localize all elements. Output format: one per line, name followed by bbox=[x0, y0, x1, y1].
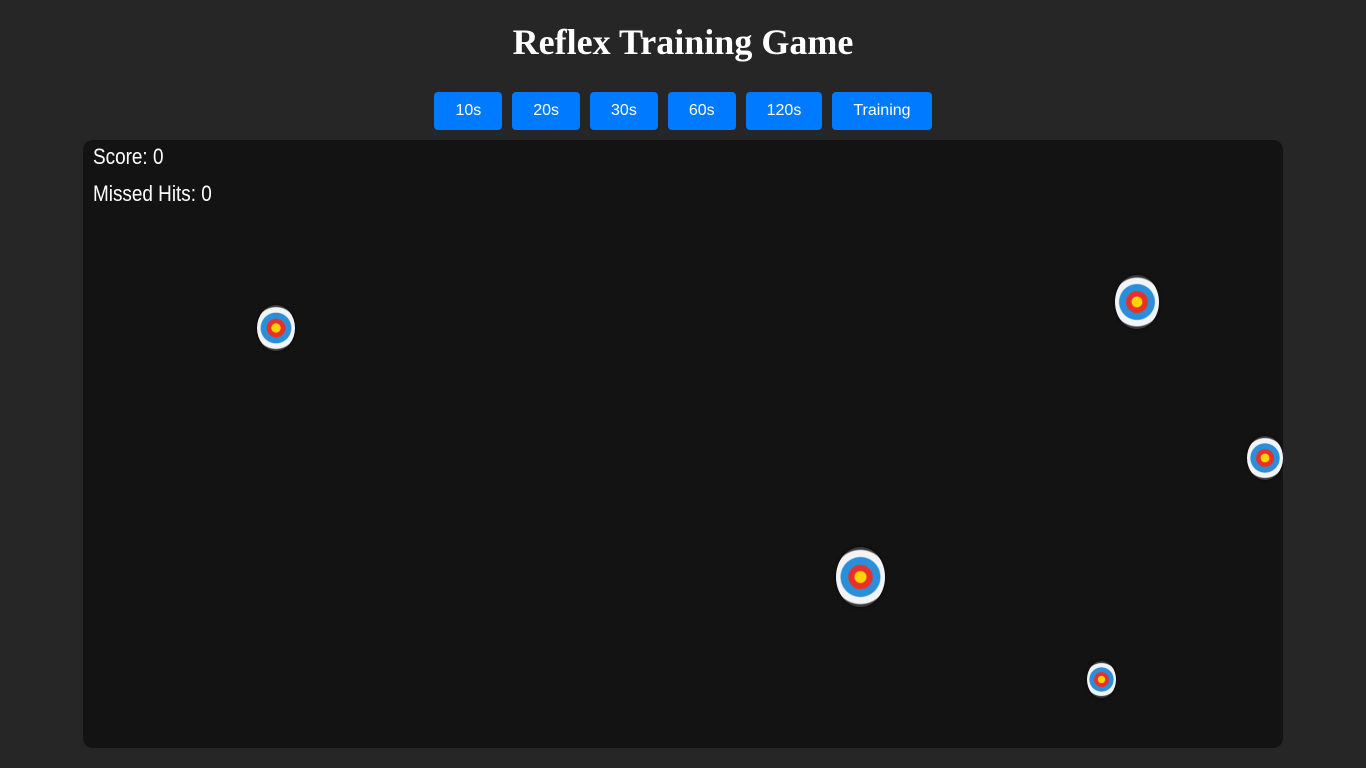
game-arena[interactable]: Score: 0 Missed Hits: 0 bbox=[83, 140, 1283, 748]
bullseye-target-icon[interactable] bbox=[1115, 275, 1159, 329]
bullseye-target-icon[interactable] bbox=[836, 547, 885, 607]
bullseye-target-icon[interactable] bbox=[1247, 436, 1283, 480]
missed-hits-display: Missed Hits: 0 bbox=[93, 181, 212, 206]
mode-60s-button[interactable]: 60s bbox=[667, 92, 736, 130]
mode-20s-button[interactable]: 20s bbox=[512, 92, 581, 130]
bullseye-target-icon[interactable] bbox=[1087, 661, 1116, 698]
score-display: Score: 0 bbox=[93, 144, 164, 169]
bullseye-target-icon[interactable] bbox=[257, 305, 295, 351]
mode-120s-button[interactable]: 120s bbox=[745, 92, 823, 130]
page-title: Reflex Training Game bbox=[512, 22, 854, 62]
mode-training-button[interactable]: Training bbox=[832, 92, 932, 130]
mode-10s-button[interactable]: 10s bbox=[434, 92, 503, 130]
mode-30s-button[interactable]: 30s bbox=[590, 92, 658, 130]
mode-selector: 10s 20s 30s 60s 120s Training bbox=[0, 92, 1366, 130]
